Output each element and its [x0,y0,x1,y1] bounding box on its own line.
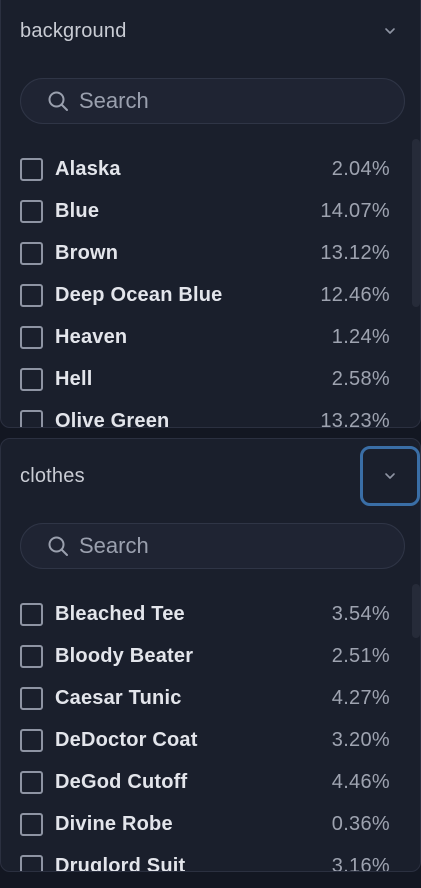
checkbox[interactable] [20,199,43,223]
option-label: Blue [55,199,100,222]
option-row[interactable]: Bloody Beater 2.51% [20,635,390,677]
filter-panel-background: background Alaska 2.04% Blue 14.07% Brow… [0,0,421,428]
checkbox[interactable] [20,157,43,181]
option-percent: 12.46% [320,283,390,306]
checkbox[interactable] [20,770,43,794]
checkbox[interactable] [20,812,43,836]
option-row[interactable]: Caesar Tunic 4.27% [20,677,390,719]
option-row[interactable]: Hell 2.58% [20,358,390,400]
option-row[interactable]: DeGod Cutoff 4.46% [20,761,390,803]
option-label: Deep Ocean Blue [55,283,223,306]
checkbox[interactable] [20,367,43,391]
option-percent: 2.51% [331,644,390,667]
checkbox[interactable] [20,409,43,427]
option-percent: 0.36% [331,812,390,835]
collapse-button[interactable] [360,1,420,61]
filter-header-clothes[interactable]: clothes [1,446,420,506]
option-percent: 4.46% [331,770,390,793]
option-label: Hell [55,367,93,390]
checkbox[interactable] [20,854,43,871]
option-row[interactable]: Olive Green 13.23% [20,400,390,428]
option-percent: 13.12% [320,241,390,264]
option-row[interactable]: Blue 14.07% [20,190,390,232]
search-input[interactable] [79,533,359,559]
option-row[interactable]: Deep Ocean Blue 12.46% [20,274,390,316]
option-percent: 2.58% [331,367,390,390]
option-row[interactable]: DeDoctor Coat 3.20% [20,719,390,761]
option-percent: 2.04% [331,157,390,180]
search-icon [48,536,68,556]
search-input[interactable] [79,88,359,114]
filter-panel-clothes: clothes Bleached Tee 3.54% Bloody Beater… [0,438,421,872]
checkbox[interactable] [20,283,43,307]
filter-title: clothes [20,464,85,487]
option-percent: 1.24% [331,325,390,348]
collapse-button[interactable] [360,446,420,506]
scrollbar[interactable] [412,139,420,307]
chevron-down-icon [385,473,395,479]
option-row[interactable]: Alaska 2.04% [20,148,390,190]
chevron-down-icon [385,28,395,34]
filter-title: background [20,19,127,42]
option-label: Divine Robe [55,812,173,835]
option-label: Bleached Tee [55,602,185,625]
option-label: Brown [55,241,119,264]
option-label: Caesar Tunic [55,686,182,709]
option-row[interactable]: Bleached Tee 3.54% [20,593,390,635]
option-percent: 14.07% [320,199,390,222]
option-label: Alaska [55,157,121,180]
option-percent: 3.16% [331,854,390,872]
checkbox[interactable] [20,686,43,710]
option-row[interactable]: Divine Robe 0.36% [20,803,390,845]
option-label: Olive Green [55,409,170,428]
checkbox[interactable] [20,325,43,349]
option-label: Heaven [55,325,128,348]
option-row[interactable]: Druglord Suit 3.16% [20,845,390,872]
option-label: DeGod Cutoff [55,770,188,793]
option-percent: 4.27% [331,686,390,709]
checkbox[interactable] [20,602,43,626]
option-label: Druglord Suit [55,854,186,872]
search-field[interactable] [20,78,405,124]
option-percent: 13.23% [320,409,390,428]
checkbox[interactable] [20,241,43,265]
scrollbar[interactable] [412,584,420,638]
option-percent: 3.54% [331,602,390,625]
option-percent: 3.20% [331,728,390,751]
option-label: Bloody Beater [55,644,194,667]
checkbox[interactable] [20,728,43,752]
option-row[interactable]: Brown 13.12% [20,232,390,274]
option-row[interactable]: Heaven 1.24% [20,316,390,358]
filter-header-background[interactable]: background [1,11,420,51]
option-label: DeDoctor Coat [55,728,198,751]
search-icon [48,91,68,111]
search-field[interactable] [20,523,405,569]
checkbox[interactable] [20,644,43,668]
